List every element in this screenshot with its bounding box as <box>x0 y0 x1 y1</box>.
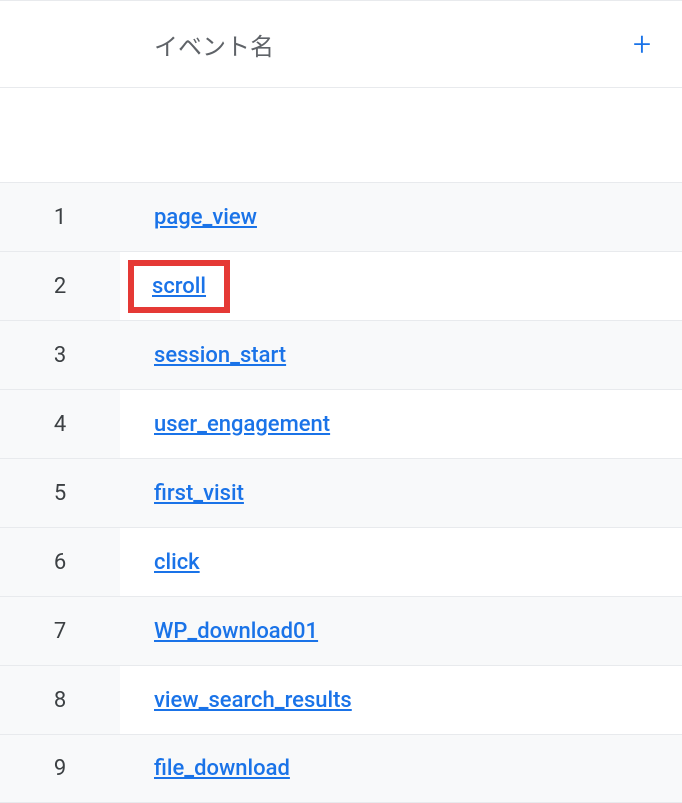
table-row: 9 file_download <box>0 734 682 803</box>
event-cell: first_visit <box>120 459 682 527</box>
event-cell: WP_download01 <box>120 597 682 665</box>
event-link[interactable]: WP_download01 <box>154 619 318 644</box>
event-cell: user_engagement <box>120 390 682 458</box>
table-row: 6 click <box>0 527 682 596</box>
table-row: 5 first_visit <box>0 458 682 527</box>
row-number: 2 <box>0 252 120 320</box>
table-header-row: イベント名 + <box>0 0 682 88</box>
event-link[interactable]: click <box>154 550 200 575</box>
header-spacer-gap <box>0 88 682 182</box>
plus-icon: + <box>633 25 651 63</box>
event-cell: file_download <box>120 735 682 802</box>
event-cell: session_start <box>120 321 682 389</box>
table-row: 2 scroll <box>0 251 682 320</box>
event-cell: view_search_results <box>120 666 682 734</box>
row-number: 3 <box>0 321 120 389</box>
row-number: 9 <box>0 735 120 802</box>
table-row: 1 page_view <box>0 182 682 251</box>
event-cell: click <box>120 528 682 596</box>
event-link[interactable]: first_visit <box>154 481 244 506</box>
event-cell: scroll <box>120 252 682 320</box>
highlight-box: scroll <box>128 260 230 313</box>
table-row: 3 session_start <box>0 320 682 389</box>
add-button[interactable]: + <box>602 25 682 63</box>
event-link[interactable]: file_download <box>154 756 290 781</box>
event-cell: page_view <box>120 183 682 251</box>
event-link[interactable]: view_search_results <box>154 688 352 713</box>
header-label-col: イベント名 <box>120 27 602 62</box>
table-row: 8 view_search_results <box>0 665 682 734</box>
column-header-event-name: イベント名 <box>154 27 274 62</box>
event-link[interactable]: session_start <box>154 343 286 368</box>
event-table-body: 1 page_view 2 scroll 3 session_start 4 user_eng… <box>0 182 682 803</box>
row-number: 8 <box>0 666 120 734</box>
row-number: 7 <box>0 597 120 665</box>
event-link[interactable]: page_view <box>154 205 257 230</box>
row-number: 1 <box>0 183 120 251</box>
table-row: 4 user_engagement <box>0 389 682 458</box>
row-number: 6 <box>0 528 120 596</box>
event-link[interactable]: user_engagement <box>154 412 330 437</box>
event-link[interactable]: scroll <box>152 274 206 299</box>
row-number: 5 <box>0 459 120 527</box>
row-number: 4 <box>0 390 120 458</box>
table-row: 7 WP_download01 <box>0 596 682 665</box>
